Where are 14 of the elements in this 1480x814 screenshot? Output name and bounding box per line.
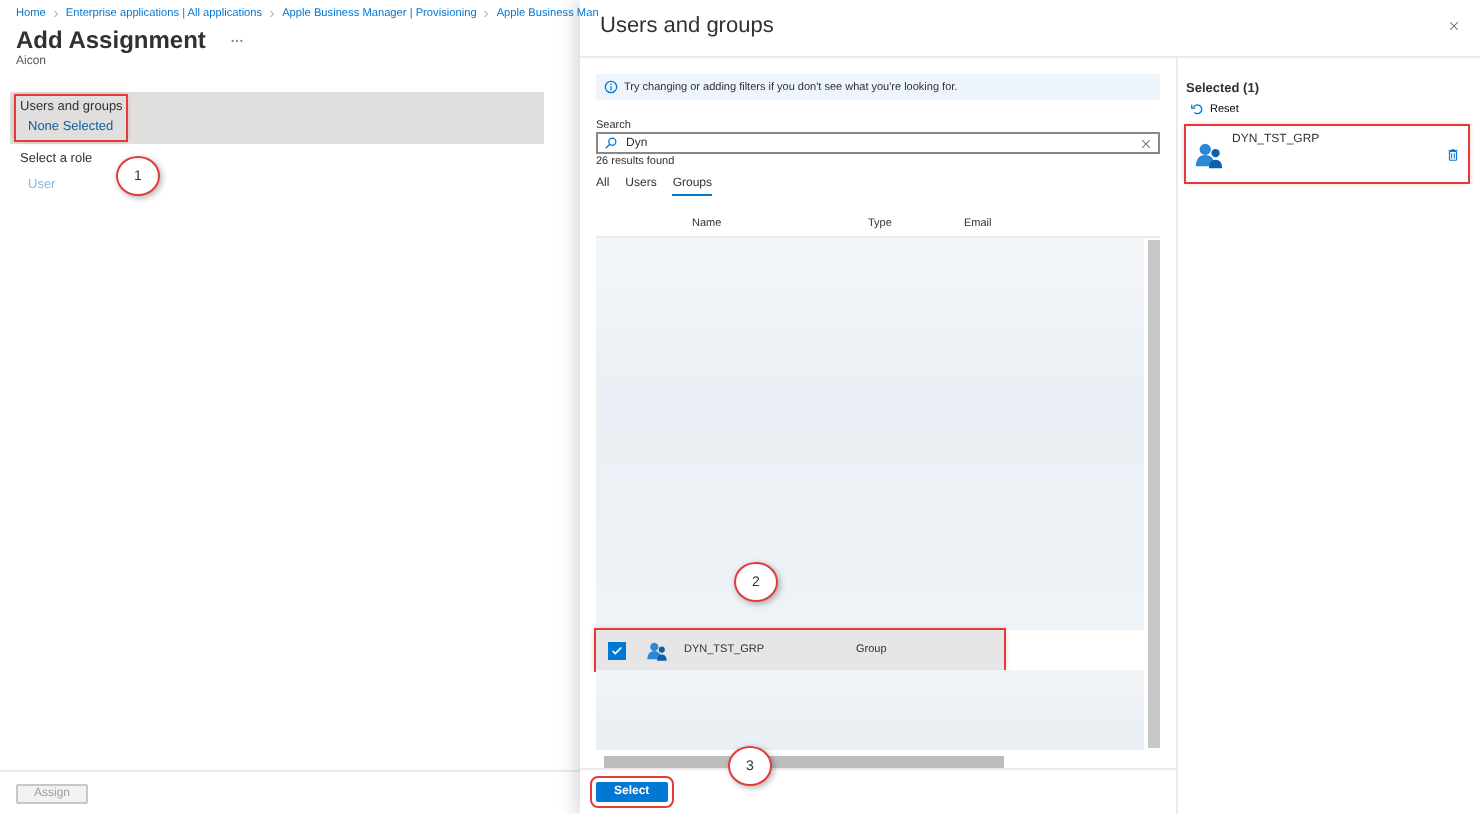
close-icon: [1448, 20, 1460, 32]
scrollbar[interactable]: [604, 756, 1004, 768]
scrollbar[interactable]: [1148, 240, 1160, 748]
undo-icon: [1190, 102, 1204, 116]
check-icon: [610, 643, 624, 657]
page-title: Add Assignment: [16, 26, 206, 54]
group-icon: [1194, 139, 1224, 169]
clear-icon: [1140, 137, 1152, 149]
group-icon: [646, 639, 668, 661]
info-icon: [604, 80, 618, 94]
checkbox[interactable]: [608, 641, 626, 659]
panel-title: Users and groups: [600, 14, 774, 38]
trash-icon: [1446, 147, 1460, 161]
search-icon: [604, 136, 618, 150]
